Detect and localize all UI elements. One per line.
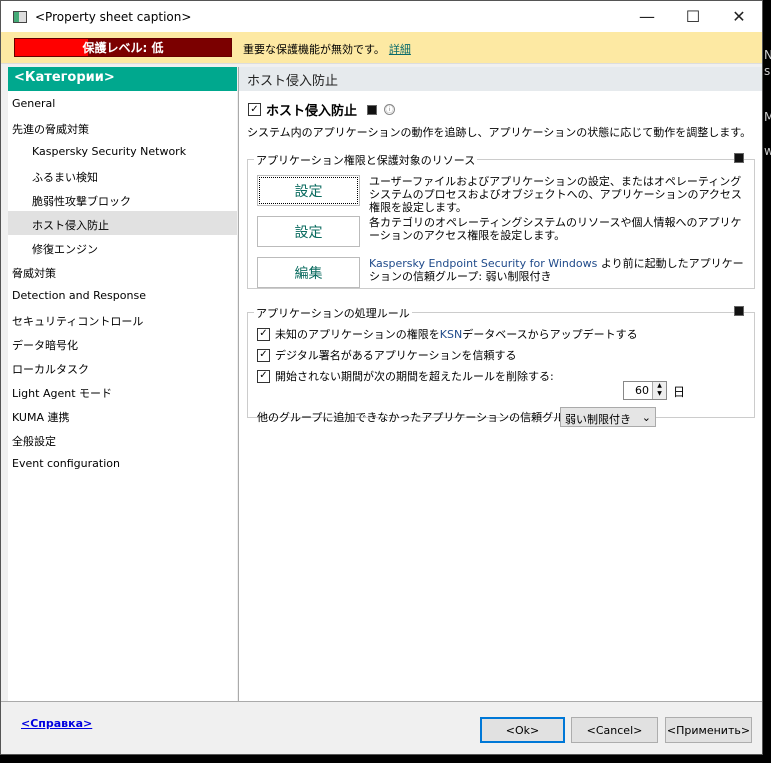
enable-label: ホスト侵入防止	[266, 104, 358, 119]
trust-group-select[interactable]: 弱い制限付き ⌄	[560, 407, 656, 427]
sidebar-item[interactable]: 脆弱性攻撃ブロック	[8, 187, 237, 211]
cancel-button[interactable]: <Cancel>	[571, 717, 658, 743]
details-link[interactable]: 詳細	[389, 43, 411, 56]
enable-checkbox[interactable]: ✓	[248, 103, 261, 116]
settings-button-1[interactable]: 設定	[257, 175, 360, 206]
chevron-down-icon: ⌄	[641, 411, 651, 424]
sidebar-item[interactable]: 修復エンジン	[8, 235, 237, 259]
sidebar-item[interactable]: ローカルタスク	[8, 355, 237, 379]
trust-signed-checkbox[interactable]: ✓	[257, 348, 270, 362]
sidebar-item[interactable]: Event configuration	[8, 451, 237, 475]
sidebar-item[interactable]: General	[8, 91, 237, 115]
app-icon	[13, 10, 27, 23]
main-panel: ホスト侵入防止 ✓ ホスト侵入防止 ⓘ システム内のアプリケーションの動作を追跡…	[238, 67, 762, 701]
sidebar-item[interactable]: 先進の脅威対策	[8, 115, 237, 139]
background-text: wi	[764, 144, 771, 158]
days-value: 60	[635, 384, 649, 397]
title-bar: <Property sheet caption> — ☐ ✕	[1, 1, 762, 32]
row-description: 各カテゴリのオペレーティングシステムのリソースや個人情報へのアプリケーションのア…	[369, 216, 742, 242]
sidebar-item[interactable]: 全般設定	[8, 427, 237, 451]
window-title: <Property sheet caption>	[35, 9, 192, 24]
description: システム内のアプリケーションの動作を追跡し、アプリケーションの状態に応じて動作を…	[247, 126, 752, 139]
group-title: アプリケーションの処理ルール	[254, 305, 412, 321]
protection-level-bar: 保護レベル: 低	[14, 38, 232, 57]
row-description: ユーザーファイルおよびアプリケーションの設定、またはオペレーティングシステムのプ…	[369, 175, 742, 214]
ksn-label: 未知のアプリケーションの権限を	[275, 328, 440, 341]
delete-rules-label: 開始されない期間が次の期間を超えたルールを削除する:	[275, 370, 554, 383]
minimize-button[interactable]: —	[624, 1, 670, 32]
lock-icon[interactable]	[734, 153, 744, 163]
lock-icon[interactable]	[734, 306, 744, 316]
edit-button[interactable]: 編集	[257, 257, 360, 288]
settings-button-2[interactable]: 設定	[257, 216, 360, 247]
days-spinner[interactable]: 60 ▲ ▼	[623, 381, 667, 400]
delete-rules-checkbox[interactable]: ✓	[257, 369, 270, 383]
processing-rules-group: アプリケーションの処理ルール ✓ 未知のアプリケーションの権限を KSN データベ…	[247, 305, 755, 427]
lock-icon[interactable]	[367, 104, 378, 115]
background-text: s	[764, 64, 771, 78]
property-sheet-window: <Property sheet caption> — ☐ ✕ 保護レベル: 低 …	[0, 0, 763, 755]
spinner-arrows[interactable]: ▲ ▼	[652, 382, 666, 399]
trust-signed-label: デジタル署名があるアプリケーションを信頼する	[275, 349, 517, 362]
sidebar-item[interactable]: ふるまい検知	[8, 163, 237, 187]
trust-group-value: 弱い制限付き	[565, 413, 631, 426]
category-header: <Категории>	[8, 67, 237, 91]
ksn-update-checkbox[interactable]: ✓	[257, 327, 270, 341]
sidebar-item[interactable]: Kaspersky Security Network	[8, 139, 237, 163]
trust-group-label: 他のグループに追加できなかったアプリケーションの信頼グループ	[257, 411, 586, 424]
sidebar-item[interactable]: セキュリティコントロール	[8, 307, 237, 331]
sidebar-item[interactable]: Light Agent モード	[8, 379, 237, 403]
ok-button[interactable]: <Ok>	[480, 717, 565, 743]
sidebar-item[interactable]: 脅威対策	[8, 259, 237, 283]
sidebar-item[interactable]: KUMA 連携	[8, 403, 237, 427]
sidebar-item[interactable]: ホスト侵入防止	[8, 211, 237, 235]
section-title: ホスト侵入防止	[239, 67, 762, 91]
protection-level-label: 保護レベル: 低	[82, 41, 164, 55]
apply-button[interactable]: <Применить>	[665, 717, 752, 743]
banner-message: 重要な保護機能が無効です。	[243, 43, 385, 56]
footer: <Справка> <Ok> <Cancel> <Применить>	[1, 701, 762, 754]
background-text: N	[764, 48, 771, 62]
permissions-group: アプリケーション権限と保護対象のリソース 設定 ユーザーファイルおよびアプリケーシ…	[247, 152, 755, 289]
days-unit: 日	[673, 385, 686, 399]
sidebar-item[interactable]: Detection and Response	[8, 283, 237, 307]
sidebar-item[interactable]: データ暗号化	[8, 331, 237, 355]
background-text: Ma	[764, 110, 771, 124]
help-link[interactable]: <Справка>	[21, 717, 92, 730]
protection-banner: 保護レベル: 低 重要な保護機能が無効です。 詳細	[1, 32, 762, 64]
maximize-button[interactable]: ☐	[670, 1, 716, 32]
product-name: Kaspersky Endpoint Security for Windows	[369, 257, 598, 270]
group-title: アプリケーション権限と保護対象のリソース	[254, 152, 478, 168]
ksn-label-end: データベースからアップデートする	[462, 328, 638, 341]
close-button[interactable]: ✕	[716, 1, 762, 32]
info-icon[interactable]: ⓘ	[384, 104, 396, 115]
ksn-link-text: KSN	[439, 327, 463, 341]
category-sidebar: <Категории> General 先進の脅威対策 Kaspersky Secu…	[8, 67, 237, 701]
